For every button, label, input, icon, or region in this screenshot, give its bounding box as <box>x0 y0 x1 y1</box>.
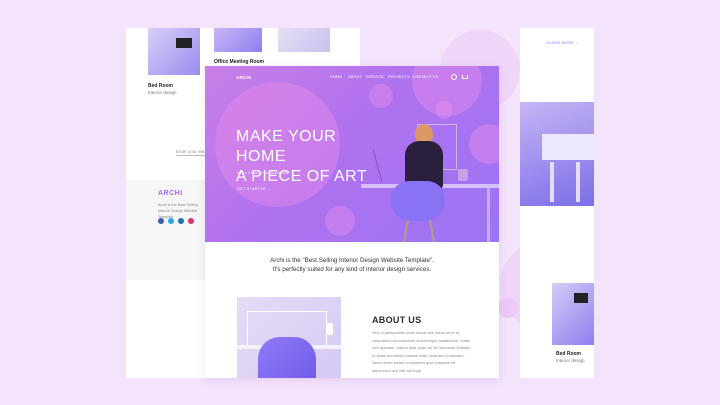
hero-circle <box>369 84 393 108</box>
footer-brand: ARCHI <box>158 190 183 197</box>
cup <box>458 169 468 181</box>
bg-circle <box>498 298 518 318</box>
nav-service[interactable]: SERVICE <box>366 75 384 79</box>
desk-leg <box>487 188 490 242</box>
hero-section: ARCHI HOME ABOUT SERVICE PROJECTS CONTAC… <box>205 66 499 242</box>
bed-room-title-2: Bed Room <box>556 351 581 357</box>
nav-home[interactable]: HOME <box>330 75 342 79</box>
nav-projects[interactable]: PROJECTS <box>388 75 410 79</box>
about-image <box>237 297 341 378</box>
bed-room-card: Bed Room Interior design <box>552 283 594 378</box>
hero-title: MAKE YOUR HOME A PIECE OF ART <box>236 127 376 187</box>
hero-circle <box>469 124 499 164</box>
main-website-card: ARCHI HOME ABOUT SERVICE PROJECTS CONTAC… <box>205 66 499 378</box>
cart-icon[interactable] <box>462 75 468 79</box>
linkedin-icon[interactable] <box>178 218 184 224</box>
bed-room-image <box>148 28 200 75</box>
about-body: Sed ut perspiciatis unde omnis iste natu… <box>372 330 471 373</box>
chair-leg <box>429 219 435 242</box>
get-started-button[interactable]: GET STARTED → <box>237 187 272 191</box>
dining-room-image <box>520 102 594 206</box>
nav-contact[interactable]: CONTACT US <box>412 75 438 79</box>
chair-back <box>391 181 445 221</box>
bed-room-subtitle: Interior design <box>148 90 177 95</box>
nav-logo[interactable]: ARCHI <box>236 75 251 80</box>
facebook-icon[interactable] <box>158 218 164 224</box>
bed-room-image-2 <box>552 283 594 345</box>
twitter-icon[interactable] <box>168 218 174 224</box>
intro-text: Archi is the "Best Selling Interior Desi… <box>205 256 499 274</box>
hero-subtitle: Make it simple but significant <box>237 170 289 175</box>
search-icon[interactable] <box>451 74 457 80</box>
chair-leg <box>403 219 409 242</box>
learn-more-link[interactable]: LEARN MORE → <box>546 41 580 45</box>
office-room-caption: Office Meeting Room <box>214 59 265 65</box>
hero-title-line1: MAKE YOUR HOME <box>236 128 337 165</box>
hero-circle <box>435 101 453 119</box>
intro-line2: It's perfectly suited for any kind of in… <box>272 266 432 273</box>
intro-line1: Archi is the "Best Selling Interior Desi… <box>270 257 434 264</box>
bed-room-subtitle-2: Interior design <box>556 358 585 363</box>
nav-about[interactable]: ABOUT <box>348 75 362 79</box>
chair-image <box>278 28 330 52</box>
office-room-image <box>214 28 262 52</box>
instagram-icon[interactable] <box>188 218 194 224</box>
hero-circle <box>325 206 355 236</box>
about-title: ABOUT US <box>372 315 422 325</box>
bed-room-title: Bed Room <box>148 83 173 89</box>
